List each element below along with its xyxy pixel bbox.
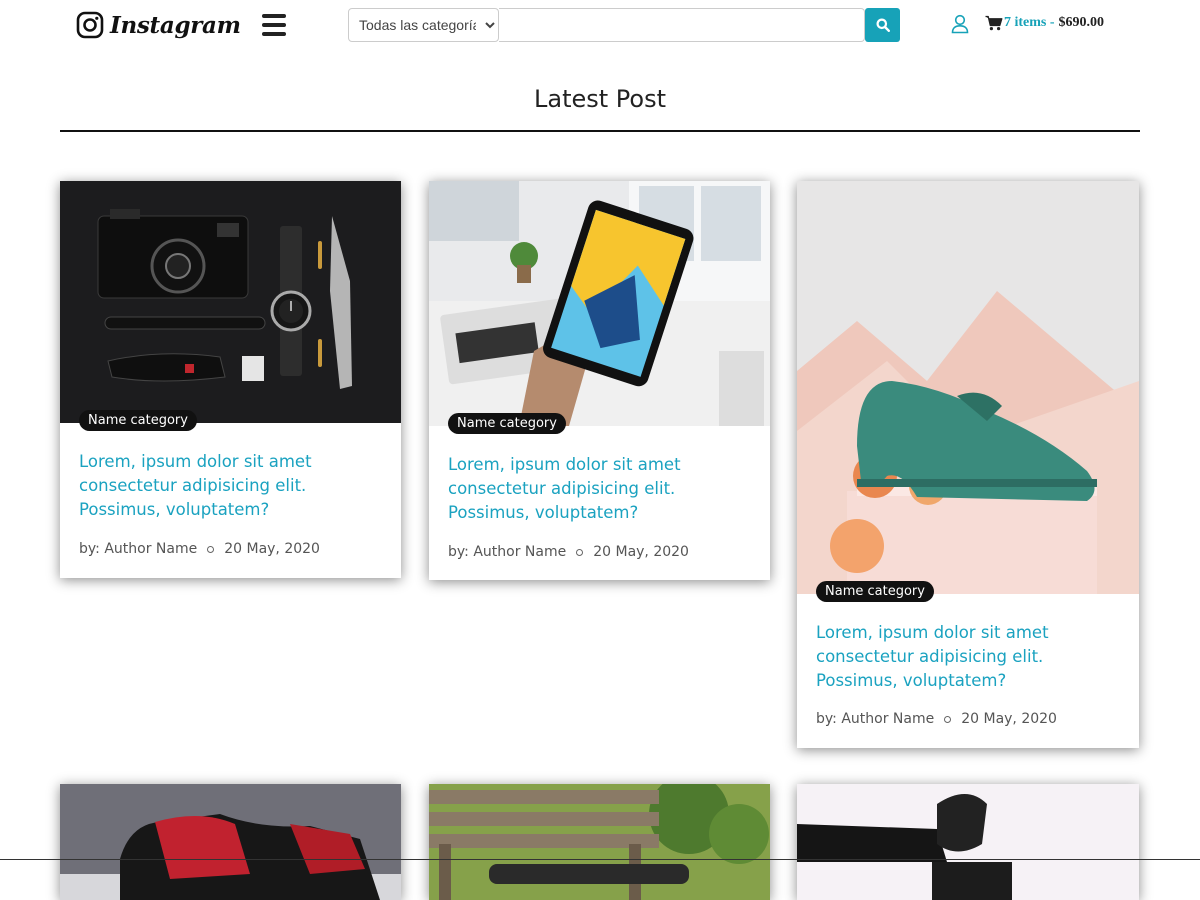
category-badge[interactable]: Name category [448, 413, 566, 434]
post-meta: by: Author Name 20 May, 2020 [79, 541, 320, 557]
search-icon [876, 18, 890, 32]
cart-total: $690.00 [1058, 15, 1105, 30]
post-image [429, 181, 770, 426]
category-badge[interactable]: Name category [816, 581, 934, 602]
post-card[interactable] [60, 784, 401, 900]
separator-dot [576, 548, 584, 556]
user-icon[interactable] [951, 14, 969, 34]
category-select[interactable]: Todas las categorías [348, 8, 499, 42]
post-card[interactable] [429, 784, 770, 900]
post-date: 20 May, 2020 [961, 711, 1057, 727]
search-input[interactable] [499, 8, 865, 42]
post-meta: by: Author Name 20 May, 2020 [448, 544, 689, 560]
post-image [429, 784, 770, 900]
cart-items-count: 7 items - [1004, 15, 1055, 30]
cart-summary[interactable]: 7 items - $690.00 [985, 15, 1104, 31]
post-card[interactable]: Name category Lorem, ipsum dolor sit ame… [797, 181, 1139, 748]
separator-dot [944, 715, 952, 723]
post-author: by: Author Name [816, 711, 935, 727]
instagram-icon [76, 11, 104, 39]
menu-icon[interactable] [262, 14, 286, 36]
post-card[interactable]: Name category Lorem, ipsum dolor sit ame… [60, 181, 401, 578]
post-title[interactable]: Lorem, ipsum dolor sit amet consectetur … [448, 453, 748, 525]
logo[interactable]: Instagram [76, 10, 241, 40]
divider-line [0, 859, 1200, 860]
search-button[interactable] [865, 8, 900, 42]
post-date: 20 May, 2020 [224, 541, 320, 557]
post-title[interactable]: Lorem, ipsum dolor sit amet consectetur … [79, 450, 379, 522]
post-title[interactable]: Lorem, ipsum dolor sit amet consectetur … [816, 621, 1116, 693]
post-image [797, 784, 1139, 900]
post-image [60, 181, 401, 423]
section-title: Latest Post [533, 85, 666, 113]
post-card[interactable]: Name category Lorem, ipsum dolor sit ame… [429, 181, 770, 580]
post-image [60, 784, 401, 900]
section-divider [60, 130, 1140, 132]
post-author: by: Author Name [79, 541, 198, 557]
post-author: by: Author Name [448, 544, 567, 560]
post-image [797, 181, 1139, 594]
cart-icon [985, 15, 1003, 31]
post-card[interactable] [797, 784, 1139, 900]
post-date: 20 May, 2020 [593, 544, 689, 560]
logo-text: Instagram [110, 11, 241, 39]
post-meta: by: Author Name 20 May, 2020 [816, 711, 1057, 727]
category-badge[interactable]: Name category [79, 410, 197, 431]
separator-dot [207, 545, 215, 553]
